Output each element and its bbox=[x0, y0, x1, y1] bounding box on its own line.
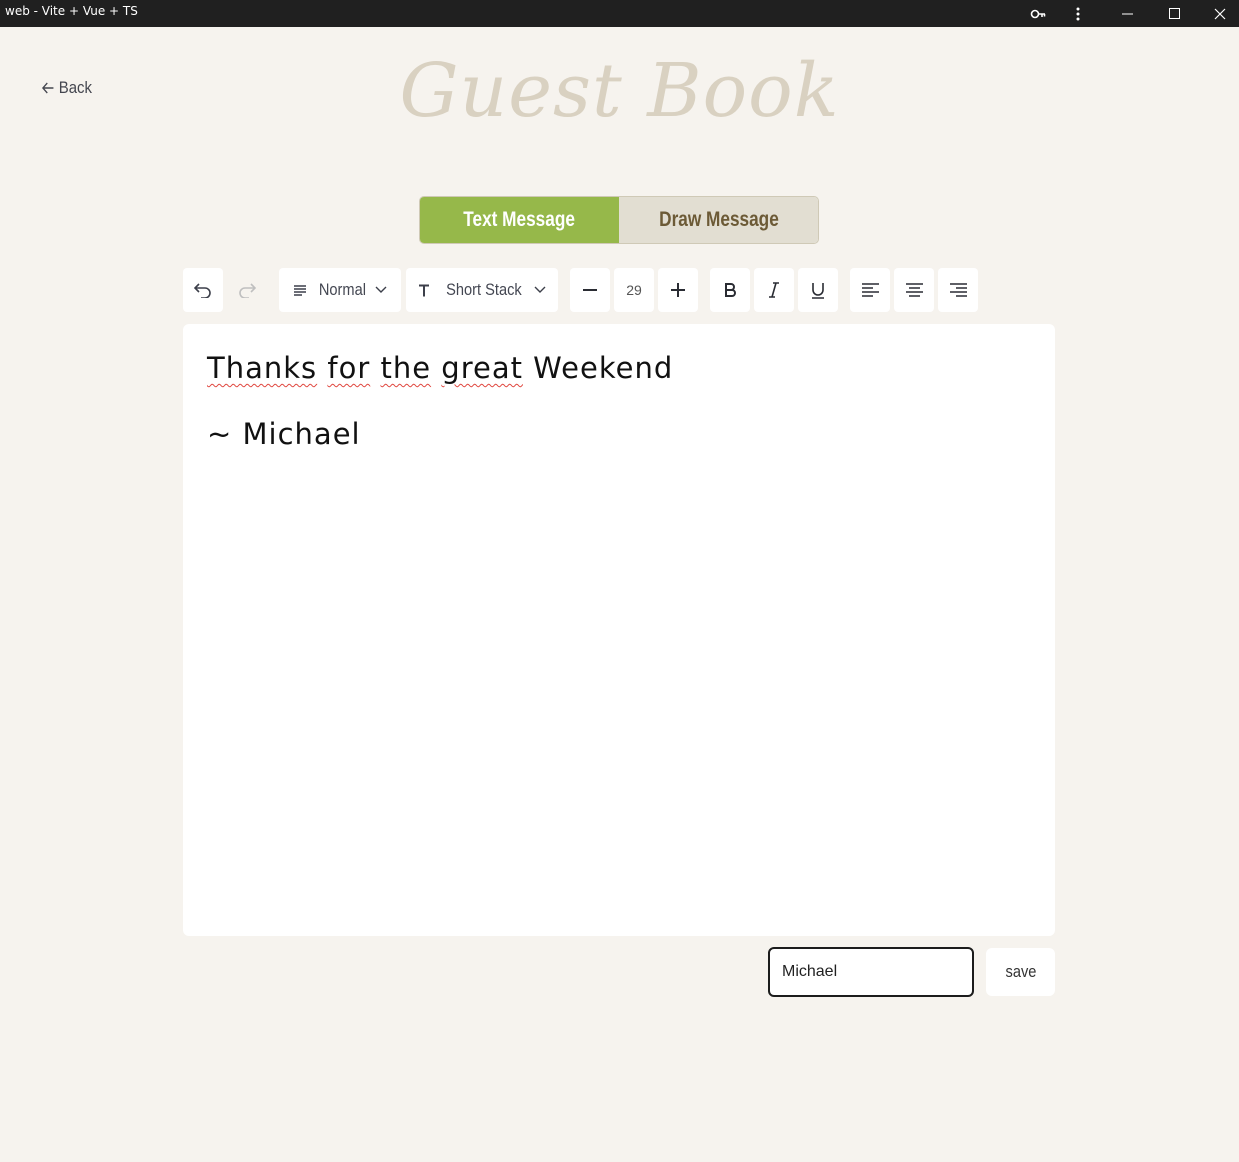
italic-button[interactable] bbox=[754, 268, 794, 312]
maximize-icon[interactable] bbox=[1154, 0, 1194, 27]
bold-icon bbox=[725, 283, 736, 297]
paragraph-style-select[interactable]: Normal bbox=[279, 268, 401, 312]
message-editor[interactable]: Thanks for the great Weekend ~ Michael bbox=[183, 324, 1055, 936]
window-title-bar: web - Vite + Vue + TS bbox=[0, 0, 1239, 27]
signature-name-input[interactable] bbox=[768, 947, 974, 997]
align-left-icon bbox=[861, 283, 879, 297]
plus-icon bbox=[671, 283, 685, 297]
align-left-button[interactable] bbox=[850, 268, 890, 312]
italic-icon bbox=[769, 282, 779, 298]
underline-icon bbox=[812, 282, 824, 299]
editor-word: great bbox=[441, 351, 523, 385]
font-size-input[interactable]: 29 bbox=[614, 268, 654, 312]
undo-button[interactable] bbox=[183, 268, 223, 312]
increase-font-size-button[interactable] bbox=[658, 268, 698, 312]
decrease-font-size-button[interactable] bbox=[570, 268, 610, 312]
align-center-button[interactable] bbox=[894, 268, 934, 312]
editor-line-2: ~ Michael bbox=[207, 417, 361, 451]
align-right-button[interactable] bbox=[938, 268, 978, 312]
chevron-down-icon bbox=[375, 286, 387, 293]
font-icon bbox=[419, 284, 430, 296]
bold-button[interactable] bbox=[710, 268, 750, 312]
message-type-tabs: Text Message Draw Message bbox=[419, 196, 819, 244]
editor-word: the bbox=[380, 351, 432, 385]
align-center-icon bbox=[905, 283, 923, 297]
editor-word: for bbox=[327, 351, 371, 385]
editor-line-1: Thanks for the great Weekend bbox=[207, 346, 1031, 390]
font-size-value: 29 bbox=[626, 282, 642, 298]
kebab-menu-icon[interactable] bbox=[1058, 0, 1098, 27]
undo-icon bbox=[194, 283, 211, 298]
minimize-icon[interactable] bbox=[1108, 0, 1148, 27]
editor-word: Weekend bbox=[522, 351, 674, 385]
redo-icon bbox=[239, 283, 256, 298]
redo-button[interactable] bbox=[227, 268, 267, 312]
underline-button[interactable] bbox=[798, 268, 838, 312]
tab-text-message-label: Text Message bbox=[463, 208, 576, 231]
tab-text-message[interactable]: Text Message bbox=[420, 197, 619, 243]
window-title: web - Vite + Vue + TS bbox=[5, 4, 138, 18]
key-icon[interactable] bbox=[1018, 0, 1058, 27]
align-right-icon bbox=[949, 283, 967, 297]
editor-word: Thanks bbox=[207, 351, 318, 385]
save-button-label: save bbox=[1005, 962, 1036, 981]
font-family-select[interactable]: Short Stack bbox=[406, 268, 558, 312]
tab-draw-message[interactable]: Draw Message bbox=[619, 197, 818, 243]
paragraph-icon bbox=[293, 285, 306, 296]
save-button[interactable]: save bbox=[986, 948, 1055, 996]
page-title: Guest Book bbox=[399, 48, 840, 134]
font-family-value: Short Stack bbox=[446, 280, 522, 299]
close-icon[interactable] bbox=[1200, 0, 1239, 27]
minus-icon bbox=[583, 289, 597, 291]
paragraph-style-value: Normal bbox=[318, 280, 366, 299]
chevron-down-icon bbox=[534, 286, 546, 293]
tab-draw-message-label: Draw Message bbox=[658, 208, 779, 231]
